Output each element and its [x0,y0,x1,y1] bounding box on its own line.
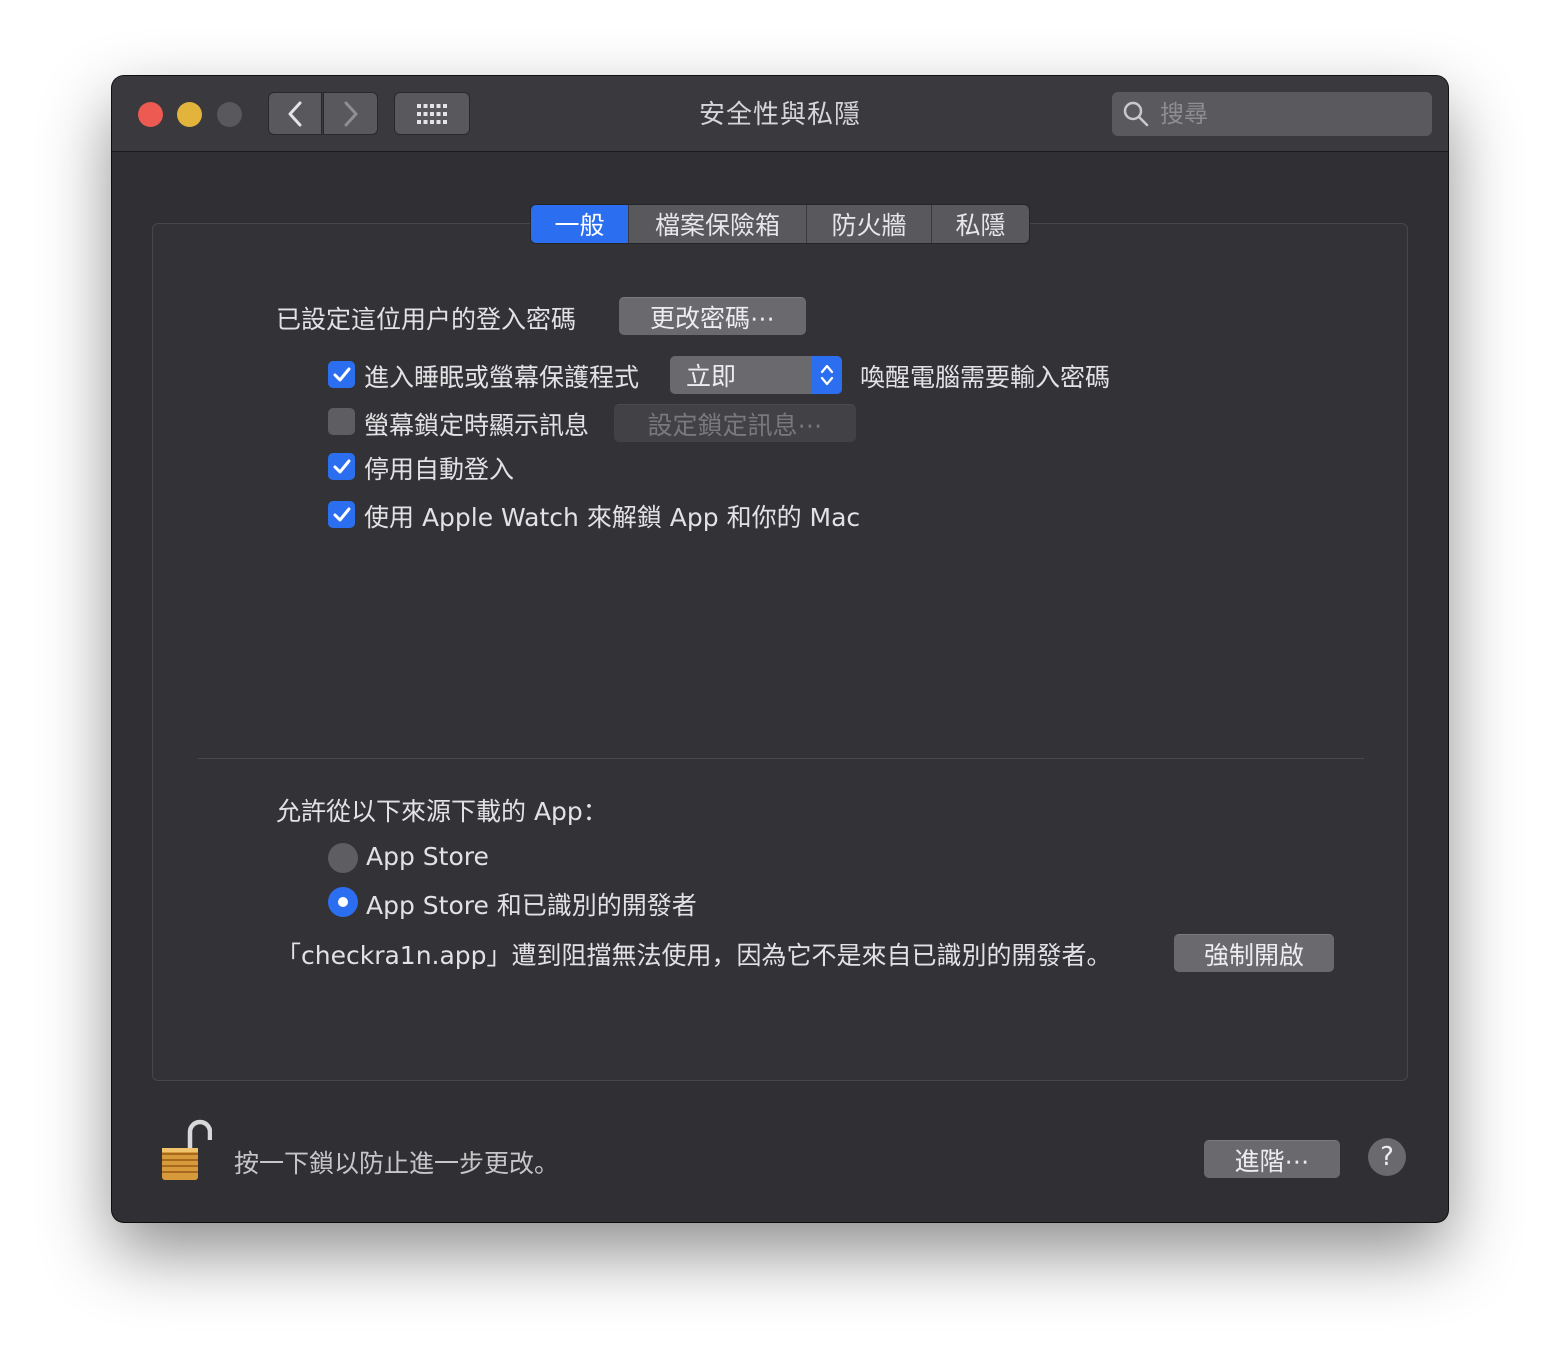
checkmark-icon [333,367,350,381]
search-icon [1123,101,1149,127]
blocked-app-message: 「checkra1n.app」遭到阻擋無法使用，因為它不是來自已識別的開發者。 [276,941,1112,970]
lock-message-checkbox[interactable] [328,408,355,435]
search-field[interactable] [1112,92,1432,136]
radio-app-store[interactable] [328,843,358,873]
tab-general[interactable]: 一般 [531,205,629,243]
disable-auto-login-label: 停用自動登入 [364,455,515,484]
checkmark-icon [333,459,350,473]
radio-identified-developers[interactable] [328,887,358,917]
preferences-window: 安全性與私隱 一般 檔案保險箱 防火牆 私隱 已設定這位用户的登入密碼 更改密碼… [112,76,1448,1222]
radio-selected-dot [338,897,348,907]
allow-apps-heading: 允許從以下來源下載的 App： [276,797,608,826]
tab-filevault[interactable]: 檔案保險箱 [629,205,807,243]
password-set-label: 已設定這位用户的登入密碼 [276,305,577,334]
disable-auto-login-checkbox[interactable] [328,453,355,480]
apple-watch-unlock-label: 使用 Apple Watch 來解鎖 App 和你的 Mac [364,503,861,532]
password-delay-value: 立即 [686,362,737,391]
lock-message-label: 螢幕鎖定時顯示訊息 [364,411,590,440]
help-button[interactable]: ? [1368,1138,1406,1176]
unlocked-padlock-icon[interactable] [160,1118,213,1182]
tab-firewall[interactable]: 防火牆 [807,205,932,243]
title-bar: 安全性與私隱 [112,76,1448,152]
updown-chevron-icon [812,356,842,394]
apple-watch-unlock-checkbox[interactable] [328,501,355,528]
checkmark-icon [333,507,350,521]
change-password-button[interactable]: 更改密碼⋯ [619,297,806,335]
password-delay-select[interactable]: 立即 [670,356,842,394]
require-password-checkbox[interactable] [328,361,355,388]
section-divider [198,758,1364,759]
require-password-suffix: 喚醒電腦需要輸入密碼 [860,363,1111,392]
tab-bar: 一般 檔案保險箱 防火牆 私隱 [530,204,1030,244]
radio-identified-developers-label: App Store 和已識別的開發者 [366,891,697,920]
advanced-button[interactable]: 進階⋯ [1204,1140,1340,1178]
set-lock-message-button[interactable]: 設定鎖定訊息⋯ [614,404,856,442]
search-input[interactable] [1158,99,1412,129]
require-password-prefix: 進入睡眠或螢幕保護程式 [364,363,640,392]
open-anyway-button[interactable]: 強制開啟 [1174,934,1334,972]
tab-privacy[interactable]: 私隱 [932,205,1029,243]
radio-app-store-label: App Store [366,842,489,871]
lock-hint-text: 按一下鎖以防止進一步更改。 [234,1149,560,1178]
